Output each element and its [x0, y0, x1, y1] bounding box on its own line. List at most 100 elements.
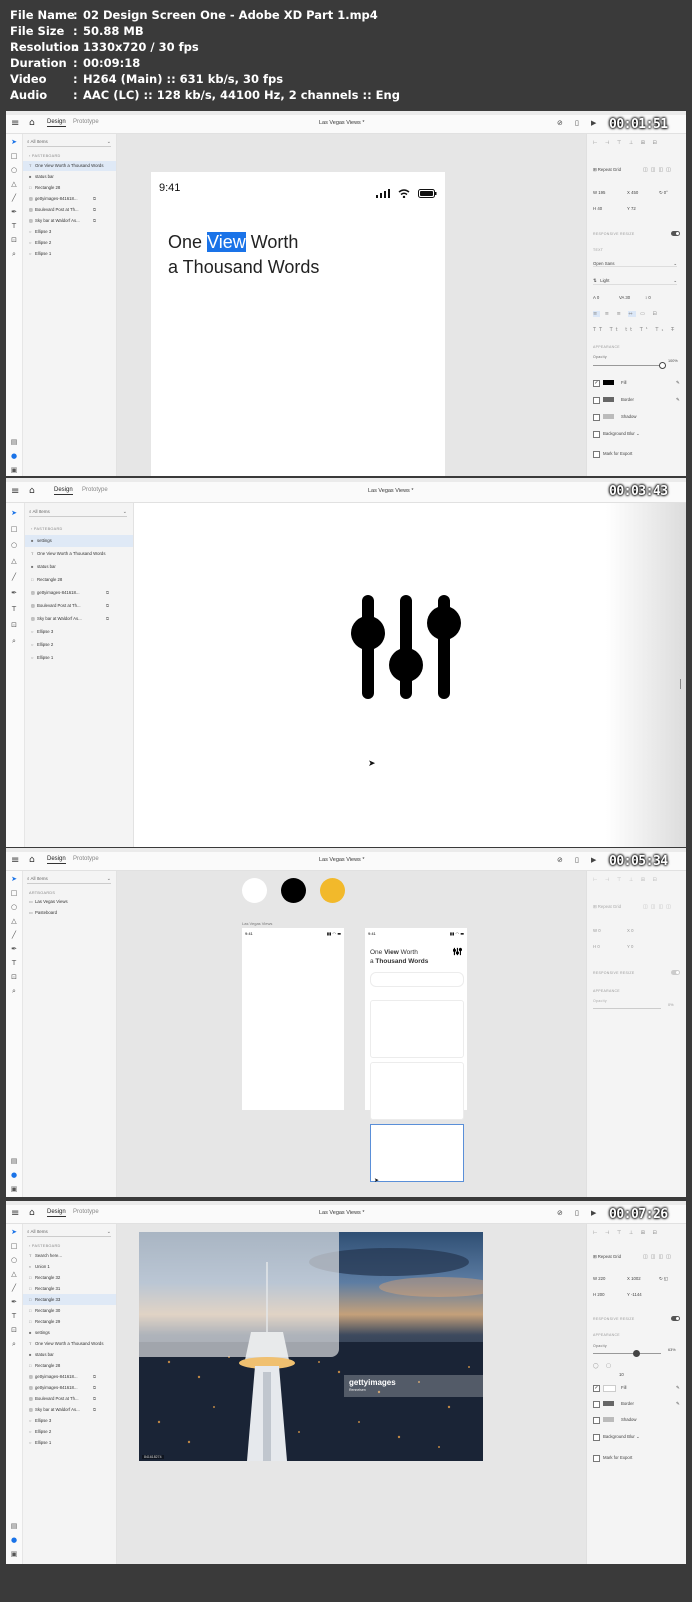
document-title[interactable]: Las Vegas Views *	[319, 120, 364, 126]
assets-icon[interactable]: ▤	[10, 438, 18, 446]
boolean-icons[interactable]: ◫◫◫◫	[643, 1254, 674, 1260]
layers-search-input[interactable]: ⌕ All Items ⌄	[27, 875, 111, 884]
font-size-field[interactable]: A 0	[593, 295, 599, 300]
corner-radius-field[interactable]: 10	[619, 1372, 624, 1377]
chevron-down-icon[interactable]: ⌄	[107, 138, 111, 146]
play-icon[interactable]: ▶	[591, 119, 596, 127]
fill-checkbox[interactable]: ✓	[593, 380, 600, 387]
swatch-yellow[interactable]	[320, 878, 345, 903]
opacity-slider[interactable]	[593, 365, 661, 366]
boolean-icons[interactable]: ◫◫◫◫	[643, 167, 674, 173]
home-icon[interactable]: ⌂	[29, 118, 35, 128]
hamburger-icon[interactable]: ≡	[11, 486, 19, 497]
shadow-checkbox[interactable]	[593, 414, 600, 421]
responsive-resize-toggle[interactable]	[671, 1316, 680, 1321]
plugins-icon[interactable]: ▣	[10, 1550, 18, 1558]
layer-item[interactable]: T One View Worth a Thousand Words	[23, 161, 116, 171]
image-card[interactable]	[370, 1062, 464, 1120]
document-title[interactable]: Las Vegas Views *	[319, 1210, 364, 1216]
fill-checkbox[interactable]: ✓	[593, 1385, 600, 1392]
char-spacing-field[interactable]: VA 30	[619, 295, 630, 300]
opacity-slider-knob[interactable]	[632, 1350, 640, 1357]
layer-item[interactable]: ◐ Union 1	[23, 1261, 116, 1272]
zoom-tool-icon[interactable]: ⌕	[10, 987, 18, 995]
opacity-slider-knob[interactable]	[659, 362, 666, 369]
blank-artboard[interactable]: 9:41 ▮▮ ◠ ▬	[242, 928, 344, 1110]
mark-export-checkbox[interactable]	[593, 1455, 600, 1462]
eyedropper-icon[interactable]: ✎	[676, 380, 680, 386]
width-field[interactable]: W 220	[593, 1276, 605, 1281]
frosted-card-overlay[interactable]	[139, 1232, 339, 1357]
layers-search-input[interactable]: ⌕ All Items ⌄	[29, 508, 127, 517]
layer-item[interactable]: ■ settings	[25, 535, 133, 547]
layer-item[interactable]: □ Rectangle 28	[23, 1360, 116, 1371]
headline-text[interactable]: One View Worth a Thousand Words	[370, 948, 428, 966]
repeat-grid-button[interactable]: ⊞ Repeat Grid	[593, 904, 621, 910]
design-canvas[interactable]: Las Vegas Views 9:41 ▮▮ ◠ ▬ 9:41 ▮▮ ◠ ▬ …	[117, 871, 587, 1197]
layer-item[interactable]: ○ Ellipse 1	[23, 249, 116, 259]
artboard-tool-icon[interactable]: ⊡	[10, 236, 18, 244]
phone-artboard[interactable]: 9:41 One View Worth a Thousand Words	[151, 172, 445, 476]
layer-item[interactable]: ○ Ellipse 1	[23, 1437, 116, 1448]
design-canvas[interactable]: gettyimages Rennelsen 841618274	[117, 1224, 587, 1564]
layer-item[interactable]: ○ Ellipse 2	[23, 238, 116, 248]
layer-item[interactable]: □ Rectangle 28	[25, 574, 133, 586]
play-icon[interactable]: ▶	[591, 1209, 596, 1217]
x-field[interactable]: X 1002	[627, 1276, 641, 1281]
line-tool-icon[interactable]: ╱	[10, 573, 18, 581]
y-field[interactable]: Y 72	[627, 206, 636, 211]
layer-item[interactable]: ○ Ellipse 1	[25, 652, 133, 664]
rectangle-tool-icon[interactable]: □	[10, 889, 18, 897]
line-spacing-field[interactable]: ↕ 0	[645, 295, 651, 300]
layers-icon[interactable]: ●	[10, 1171, 18, 1179]
plugins-icon[interactable]: ▣	[10, 1185, 18, 1193]
layer-item[interactable]: ■ settings	[23, 1327, 116, 1338]
artboard-label[interactable]: Las Vegas Views	[242, 921, 272, 926]
rectangle-tool-icon[interactable]: □	[10, 152, 18, 160]
layer-item[interactable]: ■ status bar	[23, 1349, 116, 1360]
search-bar-card[interactable]	[370, 972, 464, 987]
layer-item[interactable]: ○ Ellipse 3	[23, 227, 116, 237]
zoom-tool-icon[interactable]: ⌕	[10, 1340, 18, 1348]
layers-icon[interactable]: ●	[10, 452, 18, 460]
polygon-tool-icon[interactable]: △	[10, 1270, 18, 1278]
selected-card-outline[interactable]	[370, 1124, 464, 1182]
tab-prototype[interactable]: Prototype	[73, 119, 99, 125]
layer-item[interactable]: ○ Ellipse 2	[23, 1426, 116, 1437]
layer-item[interactable]: □ Rectangle 28	[23, 183, 116, 193]
select-tool-icon[interactable]: ➤	[10, 875, 18, 883]
shadow-swatch[interactable]	[603, 1417, 614, 1422]
layer-item[interactable]: ▨ Sky bar at Waldorf As... ⧉	[23, 1404, 116, 1415]
layer-item[interactable]: ▨ Boulevard Post at Th... ⧉	[25, 600, 133, 612]
rectangle-tool-icon[interactable]: □	[10, 525, 18, 533]
artboard-tool-icon[interactable]: ⊡	[10, 1326, 18, 1334]
tab-prototype[interactable]: Prototype	[73, 856, 99, 862]
document-title[interactable]: Las Vegas Views *	[368, 488, 413, 494]
home-icon[interactable]: ⌂	[29, 1208, 35, 1218]
layer-item[interactable]: ■ status bar	[23, 172, 116, 182]
repeat-grid-button[interactable]: ⊞ Repeat Grid	[593, 167, 621, 173]
border-swatch[interactable]	[603, 1401, 614, 1406]
height-field[interactable]: H 40	[593, 206, 602, 211]
layer-item[interactable]: ▭ Las Vegas Views	[23, 897, 116, 907]
rotation-icon[interactable]: ↻ ◱	[659, 1276, 668, 1282]
play-icon[interactable]: ▶	[591, 856, 596, 864]
artboard-tool-icon[interactable]: ⊡	[10, 973, 18, 981]
select-tool-icon[interactable]: ➤	[10, 1228, 18, 1236]
text-tool-icon[interactable]: T	[10, 605, 18, 613]
width-field[interactable]: W 195	[593, 190, 605, 195]
eyedropper-icon[interactable]: ✎	[676, 1385, 680, 1391]
layers-search-input[interactable]: ⌕ All Items ⌄	[27, 138, 111, 147]
layer-item[interactable]: ■ status bar	[25, 561, 133, 573]
layer-item[interactable]: □ Rectangle 32	[23, 1272, 116, 1283]
sliders-icon[interactable]	[453, 947, 462, 956]
x-field[interactable]: X 450	[627, 190, 638, 195]
layer-item[interactable]: T Search here...	[23, 1250, 116, 1261]
home-icon[interactable]: ⌂	[29, 855, 35, 865]
mobile-preview-icon[interactable]: ▯	[575, 1209, 579, 1217]
layer-item[interactable]: T One View Worth a Thousand Words	[25, 548, 133, 560]
design-canvas[interactable]: ➤	[134, 503, 686, 847]
opacity-slider[interactable]	[593, 1353, 661, 1354]
mark-export-checkbox[interactable]	[593, 451, 600, 458]
pen-tool-icon[interactable]: ✒	[10, 945, 18, 953]
